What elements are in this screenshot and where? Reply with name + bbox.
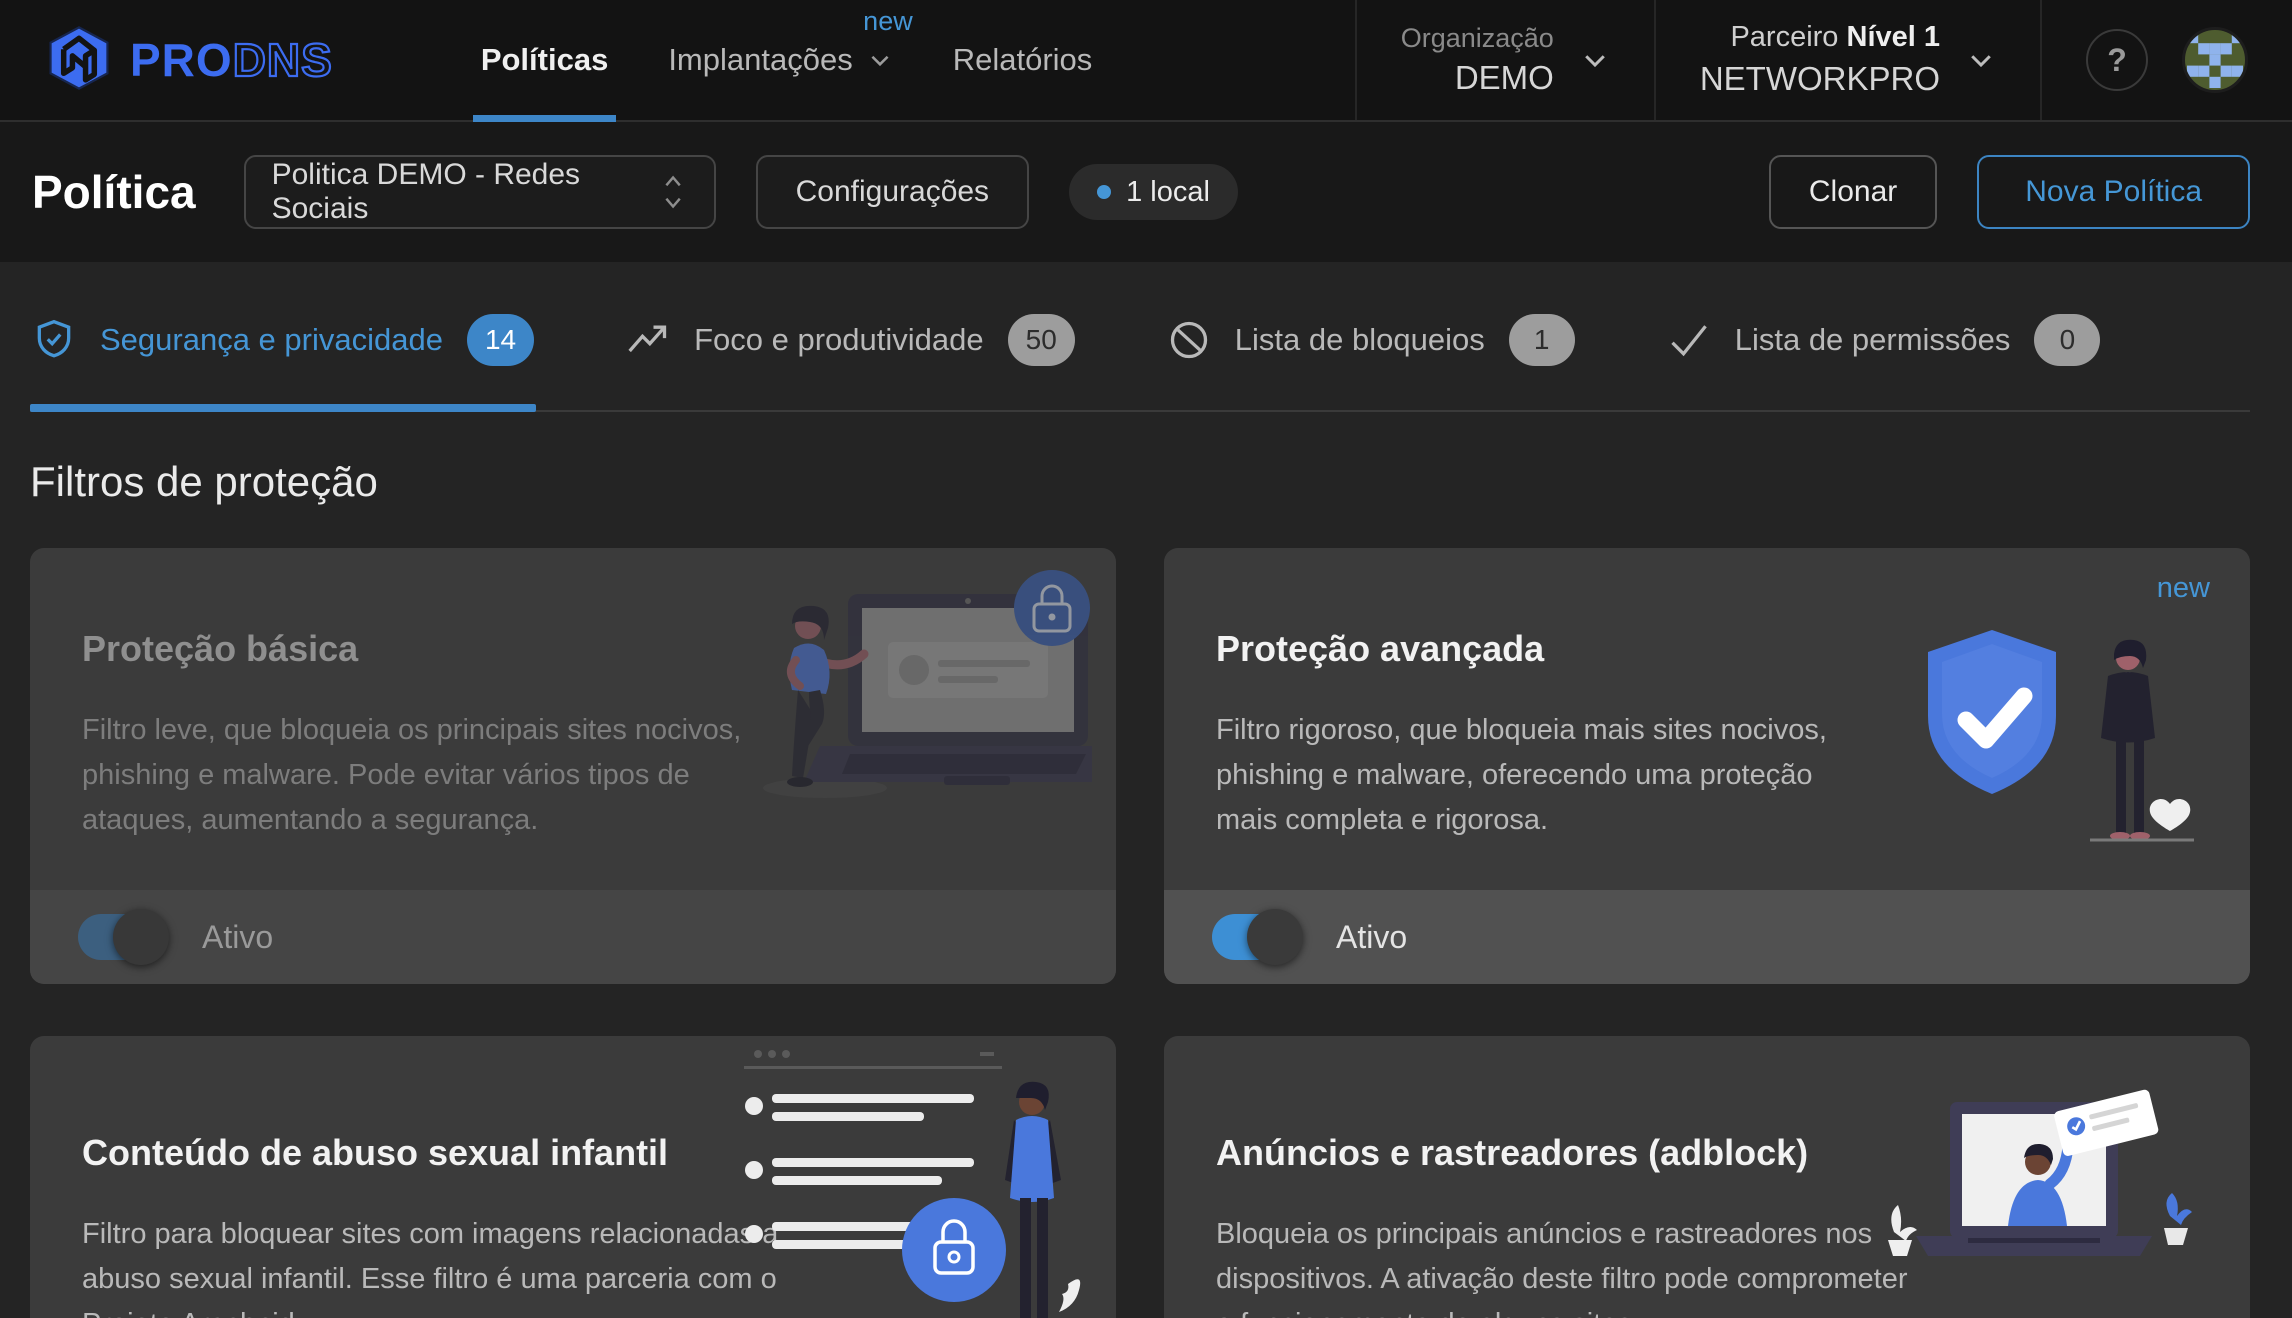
tab-label: Lista de permissões (1735, 322, 2011, 358)
card-title: Proteção básica (82, 628, 1022, 670)
identicon-icon (2187, 32, 2243, 88)
tab-label: Foco e produtividade (694, 322, 984, 358)
brand-wordmark: PRODNS (130, 33, 333, 87)
card-anuncios-rastreadores: Anúncios e rastreadores (adblock) Bloque… (1164, 1036, 2250, 1318)
partner-texts: Parceiro Nível 1 NETWORKPRO (1700, 18, 1940, 102)
card-description: Filtro leve, que bloqueia os principais … (82, 708, 782, 843)
logo-cube-icon (44, 23, 114, 98)
policy-select-value: Politica DEMO - Redes Sociais (272, 158, 660, 226)
toggle-thumb (113, 909, 169, 965)
card-protecao-avancada: new Proteção avançada Filtro rigoroso, q… (1164, 548, 2250, 984)
nav-item-politicas[interactable]: Políticas (451, 0, 639, 120)
brand-logo[interactable]: PRODNS (44, 0, 333, 120)
topbar-actions: ? (2040, 0, 2292, 120)
new-badge: new (863, 6, 913, 37)
protecao-basica-toggle[interactable] (78, 914, 164, 960)
tab-seguranca-e-privacidade[interactable]: Segurança e privacidade 14 (30, 314, 536, 410)
card-body: Proteção básica Filtro leve, que bloquei… (30, 548, 1116, 890)
tabs-bar: Segurança e privacidade 14 Foco e produt… (30, 262, 2250, 412)
partner-level: Nível 1 (1847, 21, 1941, 53)
card-description: Bloqueia os principais anúncios e rastre… (1216, 1212, 1926, 1318)
organization-selector[interactable]: Organização DEMO (1355, 0, 1654, 120)
card-body: Anúncios e rastreadores (adblock) Bloque… (1164, 1036, 2250, 1318)
brand-dns: DNS (233, 33, 333, 87)
policy-select[interactable]: Politica DEMO - Redes Sociais (244, 155, 716, 229)
page-title: Política (32, 165, 196, 219)
card-body: Conteúdo de abuso sexual infantil Filtro… (30, 1036, 1116, 1318)
card-title: Anúncios e rastreadores (adblock) (1216, 1132, 2156, 1174)
select-arrows-icon (659, 173, 687, 211)
shield-check-icon (32, 318, 76, 362)
organization-label: Organização (1401, 20, 1554, 56)
trending-up-icon (626, 318, 670, 362)
partner-title: Parceiro Nível 1 (1700, 18, 1940, 57)
help-button[interactable]: ? (2086, 29, 2148, 91)
toggle-status-label: Ativo (1336, 919, 1407, 956)
protecao-avancada-toggle[interactable] (1212, 914, 1298, 960)
tab-count-badge: 14 (467, 314, 534, 366)
nav-item-label: Implantações (668, 42, 852, 78)
policy-bar: Política Politica DEMO - Redes Sociais C… (0, 122, 2292, 262)
tab-count-badge: 0 (2034, 314, 2100, 366)
card-footer: Ativo (30, 890, 1116, 984)
toggle-thumb (1247, 909, 1303, 965)
tab-label: Lista de bloqueios (1235, 322, 1485, 358)
nav-item-implantacoes[interactable]: new Implantações (638, 0, 922, 120)
card-protecao-basica: Proteção básica Filtro leve, que bloquei… (30, 548, 1116, 984)
tab-foco-e-produtividade[interactable]: Foco e produtividade 50 (624, 314, 1077, 410)
tab-lista-de-bloqueios[interactable]: Lista de bloqueios 1 (1165, 314, 1577, 410)
locations-badge-label: 1 local (1126, 176, 1210, 209)
nav-item-label: Relatórios (953, 42, 1093, 78)
tab-lista-de-permissoes[interactable]: Lista de permissões 0 (1665, 314, 2103, 410)
partner-selector[interactable]: Parceiro Nível 1 NETWORKPRO (1654, 0, 2040, 120)
avatar[interactable] (2182, 27, 2248, 93)
partner-prefix: Parceiro (1730, 21, 1846, 53)
check-icon (1667, 318, 1711, 362)
brand-pro: PRO (130, 33, 233, 87)
card-body: new Proteção avançada Filtro rigoroso, q… (1164, 548, 2250, 890)
chevron-down-icon (1966, 45, 1996, 75)
card-title: Proteção avançada (1216, 628, 2156, 670)
app-root: PRODNS Políticas new Implantações Relató… (0, 0, 2292, 1318)
partner-value: NETWORKPRO (1700, 57, 1940, 102)
main-nav: Políticas new Implantações Relatórios (451, 0, 1122, 120)
nav-item-relatorios[interactable]: Relatórios (923, 0, 1123, 120)
clone-button[interactable]: Clonar (1769, 155, 1937, 229)
toggle-status-label: Ativo (202, 919, 273, 956)
block-icon (1167, 318, 1211, 362)
organization-value: DEMO (1401, 56, 1554, 101)
nav-item-label: Políticas (481, 42, 609, 78)
chevron-down-icon (867, 47, 893, 73)
card-title: Conteúdo de abuso sexual infantil (82, 1132, 1022, 1174)
location-dot-icon (1097, 185, 1111, 199)
tab-count-badge: 50 (1008, 314, 1075, 366)
card-description: Filtro para bloquear sites com imagens r… (82, 1212, 822, 1318)
tab-label: Segurança e privacidade (100, 322, 443, 358)
filter-cards-grid: Proteção básica Filtro leve, que bloquei… (30, 548, 2250, 1318)
tab-count-badge: 1 (1509, 314, 1575, 366)
card-footer: Ativo (1164, 890, 2250, 984)
main-content: Segurança e privacidade 14 Foco e produt… (0, 262, 2292, 1318)
organization-texts: Organização DEMO (1401, 20, 1554, 101)
new-policy-button[interactable]: Nova Política (1977, 155, 2250, 229)
topbar: PRODNS Políticas new Implantações Relató… (0, 0, 2292, 122)
settings-button[interactable]: Configurações (756, 155, 1029, 229)
card-abuso-sexual-infantil: Conteúdo de abuso sexual infantil Filtro… (30, 1036, 1116, 1318)
card-description: Filtro rigoroso, que bloqueia mais sites… (1216, 708, 1856, 843)
locations-badge[interactable]: 1 local (1069, 164, 1238, 220)
new-badge: new (2157, 572, 2210, 605)
section-title: Filtros de proteção (30, 458, 2250, 506)
chevron-down-icon (1580, 45, 1610, 75)
topbar-right: Organização DEMO Parceiro Nível 1 NETWOR… (1355, 0, 2292, 120)
